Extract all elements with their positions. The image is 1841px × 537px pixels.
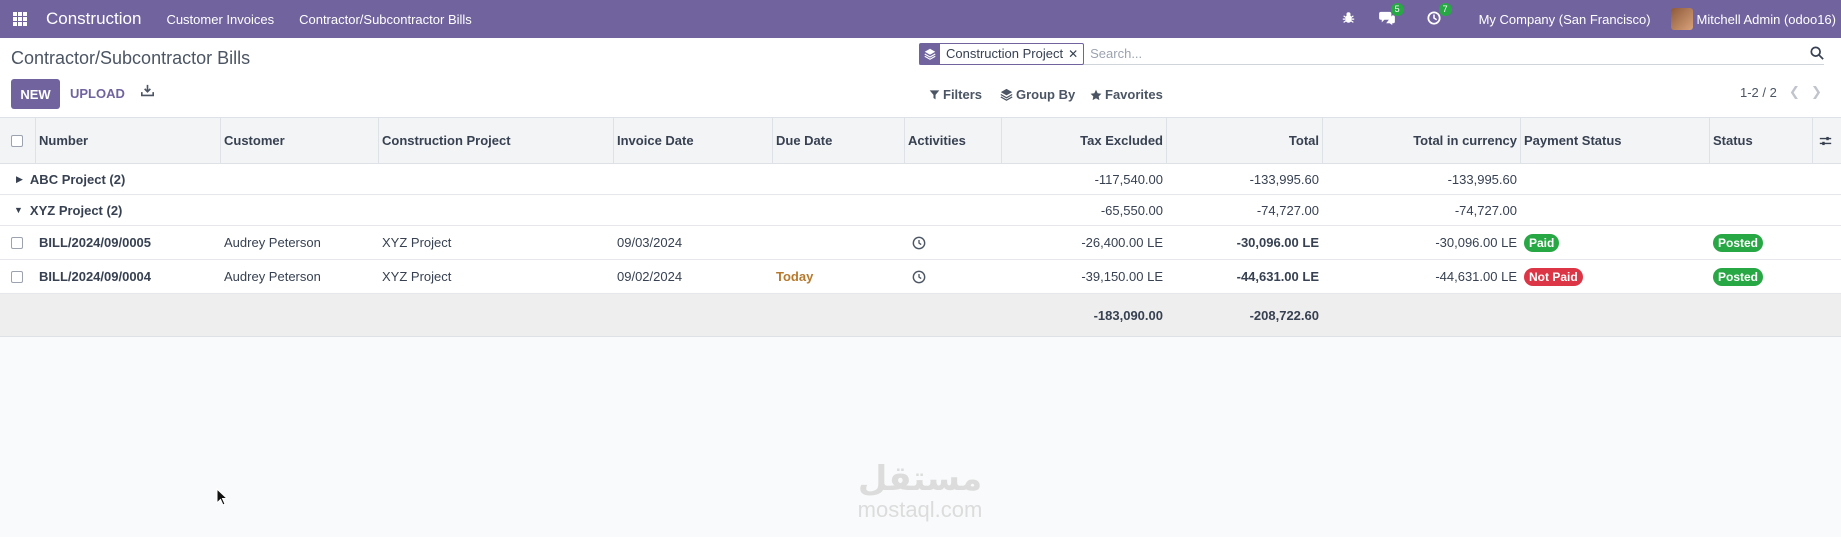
pager-previous-icon[interactable]: ❮: [1789, 84, 1800, 100]
group-total: -133,995.60: [1249, 171, 1319, 187]
app-brand[interactable]: Construction: [46, 9, 141, 29]
watermark-arabic: مستقل: [857, 459, 983, 499]
bill-total-currency: -30,096.00 LE: [1435, 235, 1517, 250]
bills-list: Number Customer Construction Project Inv…: [0, 118, 1841, 337]
company-switcher[interactable]: My Company (San Francisco): [1479, 12, 1651, 27]
group-label: XYZ Project (2): [29, 202, 123, 218]
mouse-cursor-icon: [216, 487, 229, 509]
user-avatar[interactable]: [1670, 8, 1693, 30]
group-row-abc[interactable]: ▶ ABC Project (2) -117,540.00 -133,995.6…: [0, 164, 1841, 195]
search-bar: Construction Project ✕: [919, 42, 1824, 65]
bill-invoice-date: 09/02/2024: [617, 269, 683, 284]
column-invoice-date[interactable]: Invoice Date: [617, 118, 694, 163]
user-menu[interactable]: Mitchell Admin (odoo16): [1697, 12, 1836, 27]
column-total[interactable]: Total: [1166, 118, 1319, 163]
bill-number: BILL/2024/09/0004: [39, 269, 152, 284]
bill-project: XYZ Project: [382, 269, 452, 284]
filter-icon: [929, 90, 940, 100]
row-checkbox[interactable]: [11, 260, 23, 293]
filters-label: Filters: [943, 87, 983, 102]
group-total-currency: -74,727.00: [1454, 202, 1517, 218]
activity-clock-icon[interactable]: [912, 226, 926, 259]
top-navbar: Construction Customer Invoices Contracto…: [0, 0, 1841, 38]
group-tax-excluded: -65,550.00: [1100, 202, 1163, 218]
optional-columns-icon[interactable]: [1819, 118, 1832, 163]
navbar-systray: 5 7 My Company (San Francisco) Mitchell …: [1342, 0, 1841, 38]
download-icon[interactable]: [141, 84, 154, 100]
apps-grid-icon[interactable]: [13, 12, 27, 26]
table-row[interactable]: BILL/2024/09/0004 Audrey Peterson XYZ Pr…: [0, 260, 1841, 294]
bill-tax-excluded: -26,400.00 LE: [1081, 235, 1163, 250]
column-total-in-currency[interactable]: Total in currency: [1322, 118, 1517, 163]
activities-badge: 7: [1438, 2, 1452, 16]
layers-icon: [1000, 88, 1013, 101]
groupby-toggle[interactable]: Group By: [1000, 87, 1075, 102]
bill-number: BILL/2024/09/0005: [39, 235, 152, 250]
upload-button[interactable]: UPLOAD: [70, 86, 125, 101]
new-button[interactable]: NEW: [11, 79, 60, 109]
caret-right-icon: ▶: [16, 173, 23, 184]
watermark-logo: مستقل mostaql.com: [848, 460, 992, 522]
bill-total-currency: -44,631.00 LE: [1435, 269, 1517, 284]
bill-total: -30,096.00 LE: [1236, 235, 1319, 250]
activity-clock-icon[interactable]: [912, 260, 926, 293]
activity-clock-icon[interactable]: 7: [1427, 2, 1452, 28]
menu-contractor-bills[interactable]: Contractor/Subcontractor Bills: [299, 12, 472, 27]
bill-total: -44,631.00 LE: [1236, 269, 1319, 284]
column-tax-excluded[interactable]: Tax Excluded: [1001, 118, 1163, 163]
group-tax-excluded: -117,540.00: [1094, 171, 1163, 187]
chat-icon[interactable]: 5: [1378, 2, 1404, 28]
bill-tax-excluded: -39,150.00 LE: [1081, 269, 1163, 284]
table-row[interactable]: BILL/2024/09/0005 Audrey Peterson XYZ Pr…: [0, 226, 1841, 260]
column-activities[interactable]: Activities: [908, 118, 966, 163]
status-badge: Posted: [1713, 267, 1764, 286]
pager-next-icon[interactable]: ❯: [1811, 84, 1822, 100]
pager-value[interactable]: 1-2 / 2: [1740, 85, 1777, 100]
facet-close-icon[interactable]: ✕: [1068, 47, 1083, 61]
bill-due-date: Today: [776, 269, 814, 284]
column-payment-status[interactable]: Payment Status: [1524, 118, 1622, 163]
search-facet[interactable]: Construction Project ✕: [919, 42, 1085, 65]
filters-toggle[interactable]: Filters: [929, 87, 982, 102]
group-row-xyz[interactable]: ▼ XYZ Project (2) -65,550.00 -74,727.00 …: [0, 195, 1841, 226]
payment-status-badge: Paid: [1524, 233, 1560, 252]
payment-status-badge: Not Paid: [1524, 267, 1583, 286]
column-status[interactable]: Status: [1713, 118, 1753, 163]
control-panel: Contractor/Subcontractor Bills NEW UPLOA…: [0, 38, 1841, 118]
bill-customer: Audrey Peterson: [224, 235, 321, 250]
menu-customer-invoices[interactable]: Customer Invoices: [166, 12, 274, 27]
star-icon: [1090, 89, 1102, 100]
page-title: Contractor/Subcontractor Bills: [11, 48, 251, 68]
groupby-label: Group By: [1016, 87, 1076, 102]
bill-project: XYZ Project: [382, 235, 452, 250]
messages-badge: 5: [1390, 2, 1404, 16]
favorites-toggle[interactable]: Favorites: [1090, 87, 1163, 102]
footer-tax-excluded: -183,090.00: [1093, 307, 1163, 323]
group-label: ABC Project (2): [29, 171, 126, 187]
column-due-date[interactable]: Due Date: [776, 118, 832, 163]
search-icon[interactable]: [1810, 46, 1824, 63]
group-total-currency: -133,995.60: [1447, 171, 1517, 187]
bill-customer: Audrey Peterson: [224, 269, 321, 284]
column-construction-project[interactable]: Construction Project: [382, 118, 511, 163]
watermark-latin: mostaql.com: [857, 497, 983, 522]
layers-icon: [920, 43, 940, 64]
favorites-label: Favorites: [1105, 87, 1163, 102]
row-checkbox[interactable]: [11, 226, 23, 259]
facet-value: Construction Project: [946, 46, 1064, 61]
search-input[interactable]: [1090, 46, 1791, 61]
group-total: -74,727.00: [1256, 202, 1319, 218]
footer-total: -208,722.60: [1249, 307, 1319, 323]
table-footer-totals: -183,090.00 -208,722.60: [0, 294, 1841, 337]
bug-icon[interactable]: [1342, 11, 1355, 27]
bill-invoice-date: 09/03/2024: [617, 235, 683, 250]
column-customer[interactable]: Customer: [224, 118, 285, 163]
column-number[interactable]: Number: [39, 118, 88, 163]
caret-down-icon: ▼: [14, 205, 23, 215]
select-all-checkbox[interactable]: [11, 118, 23, 163]
table-header: Number Customer Construction Project Inv…: [0, 118, 1841, 164]
status-badge: Posted: [1713, 233, 1764, 252]
